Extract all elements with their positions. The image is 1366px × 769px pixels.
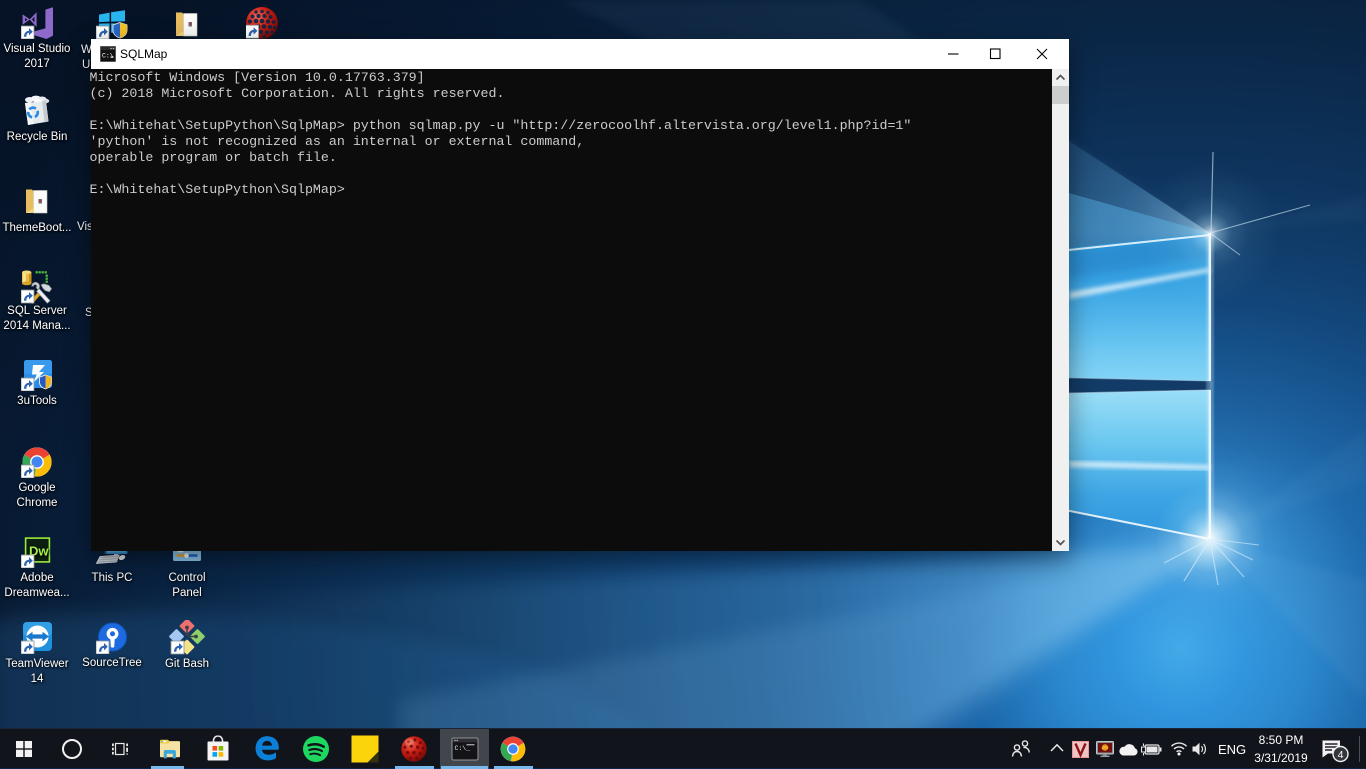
svg-text:C:\: C:\ xyxy=(102,53,114,60)
svg-text:4: 4 xyxy=(1338,749,1344,761)
svg-text:C:\_: C:\_ xyxy=(454,745,470,752)
